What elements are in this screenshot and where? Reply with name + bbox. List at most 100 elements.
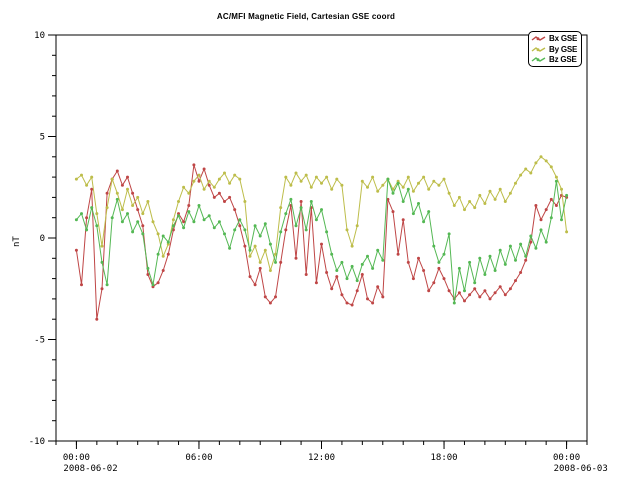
series-bx-marker [315,281,318,284]
series-bx-marker [443,277,446,280]
series-bx-marker [540,218,543,221]
series-bz-marker [177,214,180,217]
series-by-marker [310,186,313,189]
series-bz-marker [376,249,379,252]
series-by-marker [192,180,195,183]
series-by-marker [279,206,282,209]
series-bx-marker [427,289,430,292]
series-bz-marker [203,218,206,221]
series-bz-marker [310,200,313,203]
series-bx-marker [75,249,78,252]
series-bz-marker [448,232,451,235]
series-bz-marker [458,267,461,270]
series-bx-marker [524,259,527,262]
series-bz-marker [223,232,226,235]
series-bz-marker [340,261,343,264]
series-bx-marker [376,285,379,288]
magnetic-field-figure: AC/MFI Magnetic Field, Cartesian GSE coo… [0,0,640,480]
series-bz-marker [325,230,328,233]
series-by-marker [320,182,323,185]
series-bx-marker [167,253,170,256]
series-bx-marker [198,180,201,183]
series-bx-marker [213,196,216,199]
series-by-marker [141,212,144,215]
series-bx-marker [346,302,349,305]
bx-line-sample-icon [531,34,547,43]
series-by-marker [504,200,507,203]
series-bz-marker [432,245,435,248]
series-bx-marker [545,208,548,211]
series-bz-marker [208,214,211,217]
series-bx-marker [85,216,88,219]
series-by-marker [540,155,543,158]
series-by-marker [458,196,461,199]
series-by-marker [560,188,563,191]
series-bx-marker [295,257,298,260]
series-bz-marker [85,228,88,231]
series-bx-marker [340,293,343,296]
series-bx-marker [264,295,267,298]
series-bx-marker [254,283,257,286]
series-bz-marker [279,230,282,233]
series-bz-marker [106,283,109,286]
series-bx-marker [228,196,231,199]
series-bx-marker [249,275,252,278]
series-by-marker [427,188,430,191]
series-by-marker [315,176,318,179]
series-bx-marker [499,285,502,288]
series-bx-marker [550,198,553,201]
series-bz-marker [351,265,354,268]
series-bx-marker [182,220,185,223]
series-bz-marker [330,253,333,256]
series-by-marker [468,200,471,203]
series-bx-marker [519,271,522,274]
series-bz-marker [366,255,369,258]
series-bz-marker [243,228,246,231]
series-bx-marker [402,218,405,221]
series-bz-marker [361,263,364,266]
series-bz-marker [320,208,323,211]
series-bz-marker [182,226,185,229]
series-bx-marker [494,291,497,294]
series-bx-marker [187,204,190,207]
series-by-marker [361,180,364,183]
series-bz-marker [157,253,160,256]
series-bx-marker [432,281,435,284]
series-by-marker [407,176,410,179]
series-bx-marker [483,289,486,292]
series-bz-marker [300,206,303,209]
series-by-marker [555,176,558,179]
series-bx-marker [269,302,272,305]
series-by-marker [101,245,104,248]
series-bz-marker [509,245,512,248]
series-bz-marker [254,224,257,227]
series-bx-marker [325,271,328,274]
series-by-marker [90,176,93,179]
series-bz-marker [80,212,83,215]
series-bx-marker [351,304,354,307]
series-bx-marker [437,267,440,270]
series-by-marker [494,198,497,201]
legend-item-bz: Bz GSE [531,54,579,65]
series-bz-marker [529,235,532,238]
series-by-marker [443,178,446,181]
series-bz-marker [152,283,155,286]
by-line-sample-icon [531,45,547,54]
series-bz-marker [146,267,149,270]
series-bx-marker [223,200,226,203]
series-bx-marker [146,273,149,276]
series-by-marker [259,261,262,264]
series-bz-marker [371,267,374,270]
series-bz-marker [473,281,476,284]
series-bz-marker [534,247,537,250]
series-bz-marker [259,235,262,238]
series-by-marker [529,172,532,175]
series-by-marker [300,180,303,183]
series-by-marker [126,188,129,191]
series-bx-marker [157,281,160,284]
series-bz-marker [397,182,400,185]
x-tick-label: 18:00 [430,453,457,463]
series-by-marker [376,190,379,193]
series-by-marker [340,184,343,187]
series-by-marker [152,220,155,223]
